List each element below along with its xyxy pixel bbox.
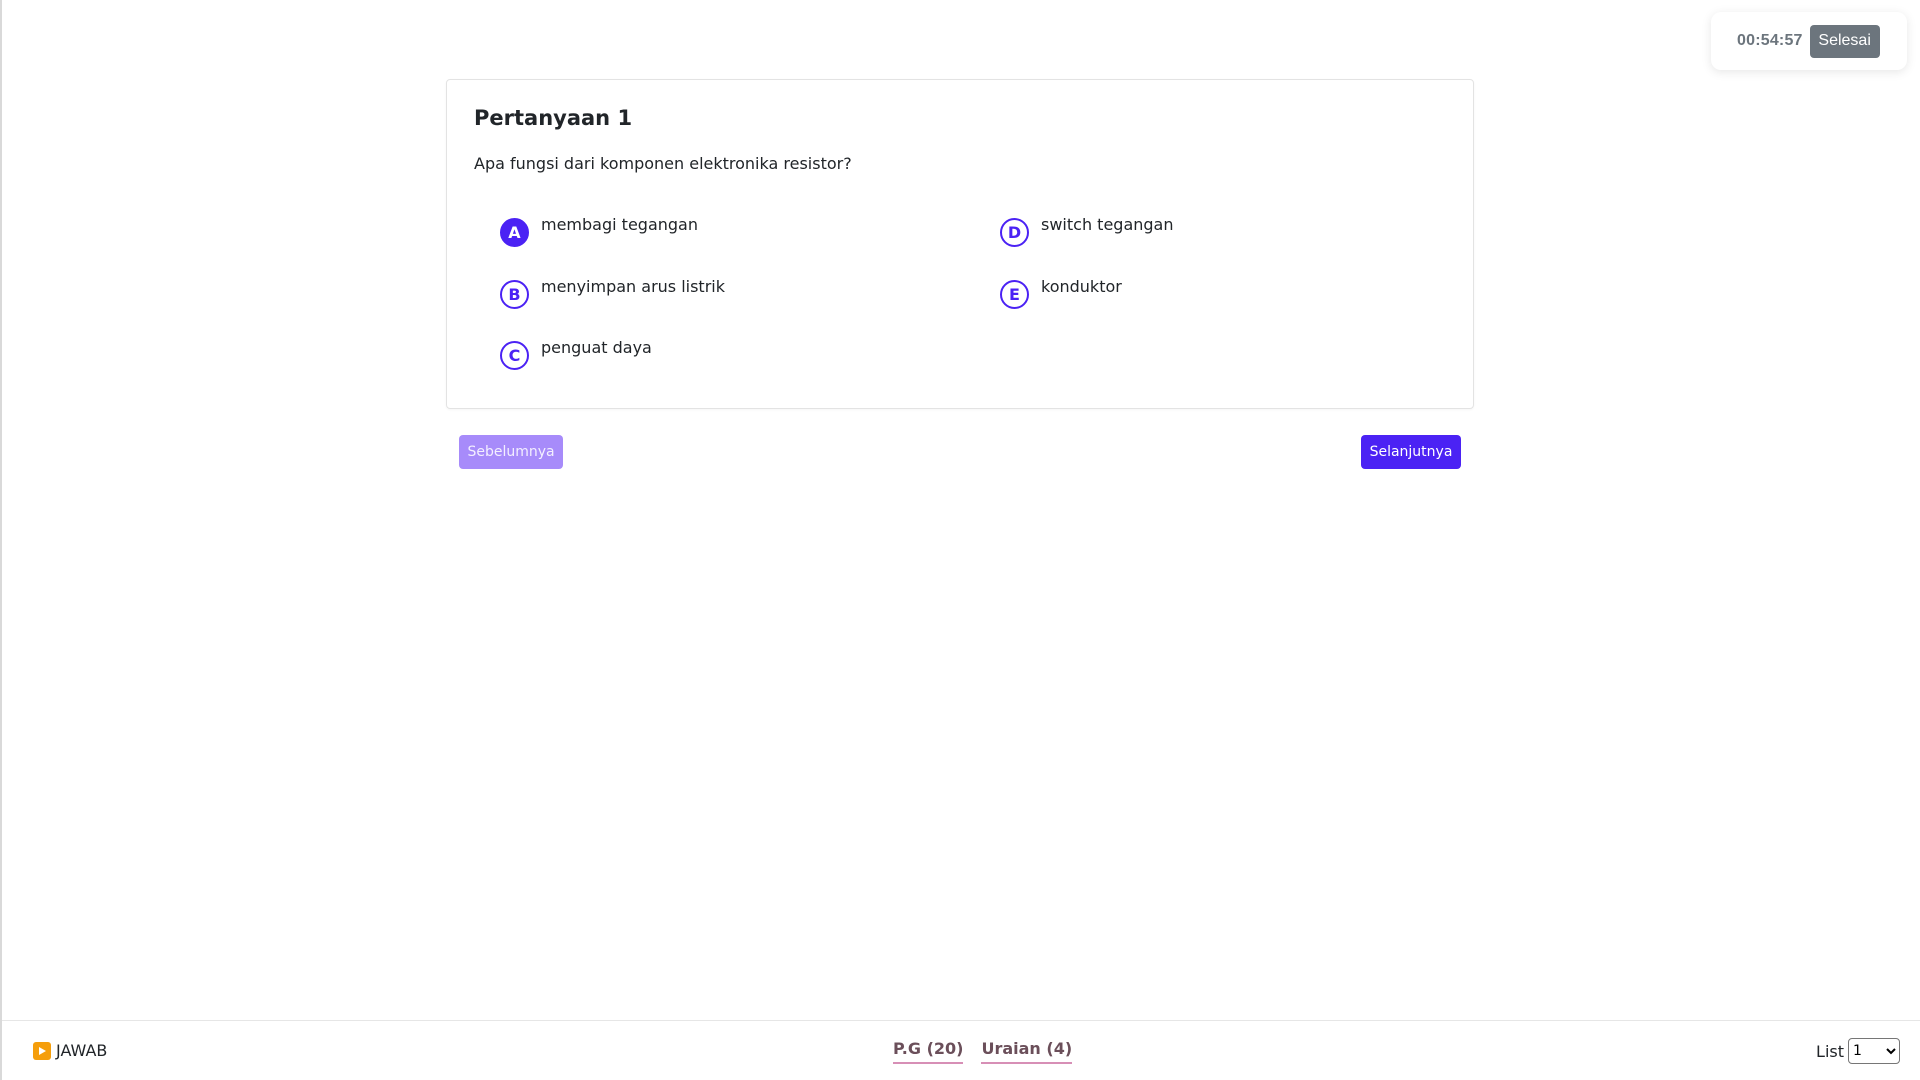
countdown-timer: 00:54:57 — [1737, 32, 1803, 49]
tab-uraian[interactable]: Uraian (4) — [981, 1039, 1073, 1064]
list-selector: List 1 — [1816, 1038, 1900, 1064]
option-d[interactable]: D switch tegangan — [1000, 215, 1173, 247]
option-letter-a[interactable]: A — [500, 218, 529, 247]
option-letter-e[interactable]: E — [1000, 280, 1029, 309]
option-c[interactable]: C penguat daya — [500, 338, 652, 370]
option-letter-c[interactable]: C — [500, 341, 529, 370]
jawab-label: JAWAB — [56, 1041, 108, 1060]
tab-pilihan-ganda[interactable]: P.G (20) — [893, 1039, 964, 1064]
option-e[interactable]: E konduktor — [1000, 277, 1122, 309]
option-text-a: membagi tegangan — [541, 215, 698, 234]
option-text-b: menyimpan arus listrik — [541, 277, 725, 296]
question-text: Apa fungsi dari komponen elektronika res… — [474, 154, 852, 173]
option-text-e: konduktor — [1041, 277, 1122, 296]
finish-button[interactable]: Selesai — [1809, 24, 1880, 58]
play-icon — [33, 1041, 51, 1060]
option-b[interactable]: B menyimpan arus listrik — [500, 277, 725, 309]
previous-button[interactable]: Sebelumnya — [459, 435, 563, 469]
next-button[interactable]: Selanjutnya — [1361, 435, 1461, 469]
jawab-link[interactable]: JAWAB — [33, 1041, 107, 1060]
list-label: List — [1816, 1041, 1844, 1061]
option-letter-b[interactable]: B — [500, 280, 529, 309]
option-text-c: penguat daya — [541, 338, 652, 357]
timer-card: 00:54:57 Selesai — [1711, 12, 1907, 70]
option-letter-d[interactable]: D — [1000, 218, 1029, 247]
question-card: Pertanyaan 1 Apa fungsi dari komponen el… — [446, 79, 1474, 409]
question-title: Pertanyaan 1 — [474, 106, 633, 130]
option-a[interactable]: A membagi tegangan — [500, 215, 698, 247]
option-text-d: switch tegangan — [1041, 215, 1174, 234]
question-type-tabs: P.G (20) Uraian (4) — [893, 1039, 1073, 1064]
left-edge-divider — [0, 0, 2, 1080]
list-select[interactable]: 1 — [1848, 1038, 1900, 1064]
footer-bar: JAWAB P.G (20) Uraian (4) List 1 — [2, 1020, 1920, 1080]
